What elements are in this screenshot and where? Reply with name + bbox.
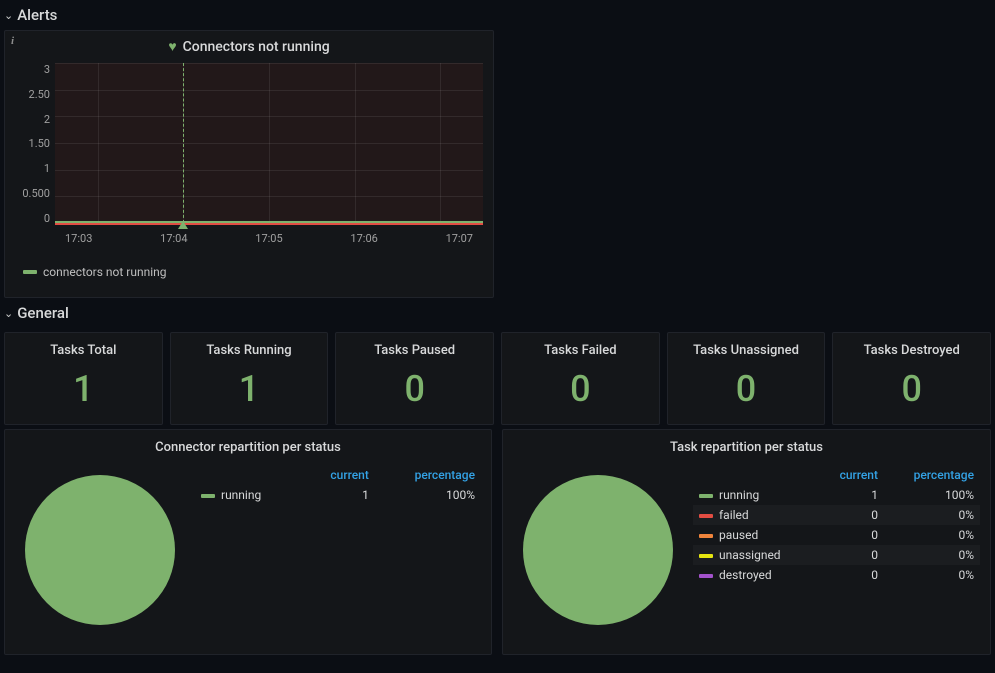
stat-value: 0 [506,368,655,410]
stat-value: 1 [9,368,158,410]
stat-value: 1 [175,368,324,410]
legend-row[interactable]: paused00% [693,525,980,545]
legend-swatch [699,574,713,578]
y-tick: 0 [15,212,50,225]
legend-current: 1 [817,485,884,505]
legend-row[interactable]: running1100% [195,485,481,505]
stat-panel[interactable]: Tasks Paused 0 [335,332,494,425]
x-axis: 17:03 17:04 17:05 17:06 17:07 [55,230,483,245]
legend-swatch [699,554,713,558]
legend-label: connectors not running [43,265,167,279]
y-axis: 3 2.50 2 1.50 1 0.500 0 [15,63,55,225]
legend-row[interactable]: failed00% [693,505,980,525]
legend-percentage: 0% [884,545,980,565]
y-tick: 1.50 [15,137,50,150]
stat-panel[interactable]: Tasks Total 1 [4,332,163,425]
section-title: Alerts [17,6,57,24]
section-title: General [17,304,69,322]
section-header-alerts[interactable]: ⌄ Alerts [0,0,995,30]
pie-chart[interactable] [523,475,673,625]
legend-label: unassigned [693,545,817,565]
legend-swatch [699,514,713,518]
y-tick: 2.50 [15,88,50,101]
series-line [55,221,483,223]
col-header-percentage[interactable]: percentage [884,465,980,485]
x-tick: 17:07 [446,232,473,245]
chart-legend[interactable]: connectors not running [23,265,483,279]
time-cursor [183,63,184,223]
x-tick: 17:05 [255,232,282,245]
legend-swatch [201,494,215,498]
legend-percentage: 0% [884,565,980,585]
legend-label: running [195,485,301,505]
chart-plot[interactable]: 3 2.50 2 1.50 1 0.500 0 17:03 17:0 [15,63,483,243]
stat-value: 0 [837,368,986,410]
col-header-current[interactable]: current [817,465,884,485]
panel-task-repartition[interactable]: Task repartition per status current perc… [502,429,991,655]
panel-title: ♥ Connectors not running [15,39,483,55]
stat-title: Tasks Total [9,343,158,358]
stat-panel[interactable]: Tasks Failed 0 [501,332,660,425]
y-tick: 2 [15,113,50,126]
legend-current: 0 [817,565,884,585]
info-icon[interactable]: i [11,35,14,47]
legend-row[interactable]: unassigned00% [693,545,980,565]
legend-current: 1 [301,485,375,505]
stat-title: Tasks Running [175,343,324,358]
legend-label: running [693,485,817,505]
panel-title-text: Connectors not running [183,39,330,55]
legend-swatch [699,494,713,498]
stat-panel[interactable]: Tasks Unassigned 0 [667,332,826,425]
legend-current: 0 [817,545,884,565]
legend-current: 0 [817,505,884,525]
legend-row[interactable]: running1100% [693,485,980,505]
y-tick: 0.500 [15,187,50,200]
legend-swatch [23,270,37,274]
col-header-current[interactable]: current [301,465,375,485]
legend-label: paused [693,525,817,545]
stat-title: Tasks Unassigned [672,343,821,358]
legend-row[interactable]: destroyed00% [693,565,980,585]
chevron-down-icon: ⌄ [4,9,13,22]
stat-value: 0 [672,368,821,410]
legend-percentage: 0% [884,505,980,525]
y-tick: 3 [15,63,50,76]
chevron-down-icon: ⌄ [4,307,13,320]
stats-row: Tasks Total1Tasks Running1Tasks Paused0T… [4,332,991,425]
x-tick: 17:06 [350,232,377,245]
stat-title: Tasks Paused [340,343,489,358]
panel-connector-repartition[interactable]: Connector repartition per status current… [4,429,492,655]
legend-percentage: 0% [884,525,980,545]
stat-panel[interactable]: Tasks Running 1 [170,332,329,425]
pie-chart[interactable] [25,475,175,625]
heart-icon: ♥ [168,40,176,54]
legend-label: destroyed [693,565,817,585]
panel-title: Connector repartition per status [15,440,481,455]
x-tick: 17:04 [160,232,187,245]
legend-swatch [699,534,713,538]
stat-title: Tasks Failed [506,343,655,358]
stat-value: 0 [340,368,489,410]
legend-label: failed [693,505,817,525]
pie-legend: current percentage running1100%failed00%… [693,465,980,585]
panel-title: Task repartition per status [513,440,980,455]
section-header-general[interactable]: ⌄ General [0,298,995,328]
stat-title: Tasks Destroyed [837,343,986,358]
legend-percentage: 100% [375,485,481,505]
x-tick: 17:03 [65,232,92,245]
legend-current: 0 [817,525,884,545]
panel-connectors-not-running[interactable]: i ♥ Connectors not running 3 2.50 2 1.50… [4,30,494,298]
time-marker-icon [178,221,188,229]
legend-percentage: 100% [884,485,980,505]
y-tick: 1 [15,162,50,175]
col-header-percentage[interactable]: percentage [375,465,481,485]
pie-legend: current percentage running1100% [195,465,481,505]
stat-panel[interactable]: Tasks Destroyed 0 [832,332,991,425]
plot-area[interactable] [55,63,483,225]
